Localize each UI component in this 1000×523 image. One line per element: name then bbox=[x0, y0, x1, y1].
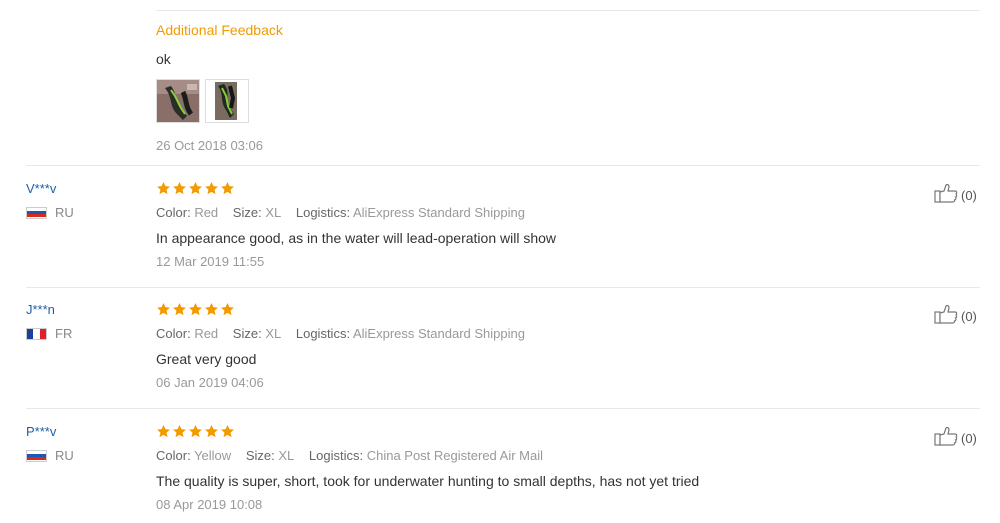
star-icon bbox=[157, 181, 170, 195]
star-icon bbox=[205, 181, 218, 195]
country-code: FR bbox=[55, 326, 73, 341]
additional-feedback-text: ok bbox=[156, 51, 171, 67]
logistics-label: Logistics: bbox=[308, 448, 364, 463]
size-label: Size: bbox=[232, 205, 262, 220]
star-icon bbox=[221, 181, 234, 195]
review-text: In appearance good, as in the water will… bbox=[156, 230, 557, 246]
star-icon bbox=[205, 302, 218, 316]
thumbs-up-icon bbox=[934, 183, 958, 203]
color-label: Color: bbox=[156, 448, 191, 463]
photo-icon bbox=[206, 80, 248, 122]
order-attributes: Color: Yellow Size: XL Logistics: China … bbox=[156, 448, 543, 463]
divider bbox=[156, 10, 980, 11]
star-rating bbox=[156, 424, 235, 439]
review-item: P***v RU Color: Yellow Size: XL Logistic… bbox=[0, 424, 1000, 523]
order-attributes: Color: Red Size: XL Logistics: AliExpres… bbox=[156, 326, 525, 341]
color-label: Color: bbox=[156, 326, 191, 341]
helpful-button[interactable]: (0) bbox=[934, 304, 977, 324]
review-date: 06 Jan 2019 04:06 bbox=[156, 375, 264, 390]
logistics-value: AliExpress Standard Shipping bbox=[352, 326, 525, 341]
helpful-button[interactable]: (0) bbox=[934, 183, 977, 203]
france-flag-icon bbox=[26, 327, 47, 340]
reviewer-name[interactable]: J***n bbox=[26, 302, 55, 317]
size-value: XL bbox=[278, 448, 295, 463]
logistics-value: AliExpress Standard Shipping bbox=[352, 205, 525, 220]
reviewer-name[interactable]: P***v bbox=[26, 424, 56, 439]
star-icon bbox=[189, 424, 202, 438]
thumbs-up-icon bbox=[934, 426, 958, 446]
color-value: Yellow bbox=[194, 448, 232, 463]
divider bbox=[26, 287, 980, 288]
star-rating bbox=[156, 181, 235, 196]
review-item: J***n FR Color: Red Size: XL Logistics: … bbox=[0, 302, 1000, 422]
star-icon bbox=[157, 302, 170, 316]
color-value: Red bbox=[194, 205, 219, 220]
color-label: Color: bbox=[156, 205, 191, 220]
star-icon bbox=[189, 302, 202, 316]
star-rating bbox=[156, 302, 235, 317]
logistics-value: China Post Registered Air Mail bbox=[366, 448, 544, 463]
helpful-count: (0) bbox=[961, 309, 977, 324]
review-text: The quality is super, short, took for un… bbox=[156, 473, 700, 489]
star-icon bbox=[205, 424, 218, 438]
size-label: Size: bbox=[232, 326, 262, 341]
photo-icon bbox=[157, 80, 199, 122]
helpful-count: (0) bbox=[961, 431, 977, 446]
order-attributes: Color: Red Size: XL Logistics: AliExpres… bbox=[156, 205, 525, 220]
divider bbox=[26, 408, 980, 409]
star-icon bbox=[157, 424, 170, 438]
color-value: Red bbox=[194, 326, 219, 341]
reviewer-name[interactable]: V***v bbox=[26, 181, 56, 196]
logistics-label: Logistics: bbox=[295, 205, 351, 220]
helpful-count: (0) bbox=[961, 188, 977, 203]
helpful-button[interactable]: (0) bbox=[934, 426, 977, 446]
star-icon bbox=[189, 181, 202, 195]
star-icon bbox=[221, 424, 234, 438]
review-item: V***v RU Color: Red Size: XL Logistics: … bbox=[0, 181, 1000, 301]
feedback-photos bbox=[156, 79, 249, 123]
thumbs-up-icon bbox=[934, 304, 958, 324]
reviewer-country: RU bbox=[26, 448, 74, 463]
russia-flag-icon bbox=[26, 449, 47, 462]
russia-flag-icon bbox=[26, 206, 47, 219]
star-icon bbox=[221, 302, 234, 316]
size-value: XL bbox=[265, 326, 282, 341]
review-text: Great very good bbox=[156, 351, 257, 367]
size-value: XL bbox=[265, 205, 282, 220]
logistics-label: Logistics: bbox=[295, 326, 351, 341]
size-label: Size: bbox=[245, 448, 275, 463]
additional-feedback-heading: Additional Feedback bbox=[156, 22, 283, 38]
feedback-date: 26 Oct 2018 03:06 bbox=[156, 138, 263, 153]
feedback-photo-thumbnail[interactable] bbox=[205, 79, 249, 123]
review-date: 12 Mar 2019 11:55 bbox=[156, 254, 265, 269]
country-code: RU bbox=[55, 448, 74, 463]
divider bbox=[26, 165, 980, 166]
star-icon bbox=[173, 302, 186, 316]
reviewer-country: RU bbox=[26, 205, 74, 220]
country-code: RU bbox=[55, 205, 74, 220]
star-icon bbox=[173, 424, 186, 438]
reviewer-country: FR bbox=[26, 326, 72, 341]
review-date: 08 Apr 2019 10:08 bbox=[156, 497, 263, 512]
feedback-photo-thumbnail[interactable] bbox=[156, 79, 200, 123]
star-icon bbox=[173, 181, 186, 195]
